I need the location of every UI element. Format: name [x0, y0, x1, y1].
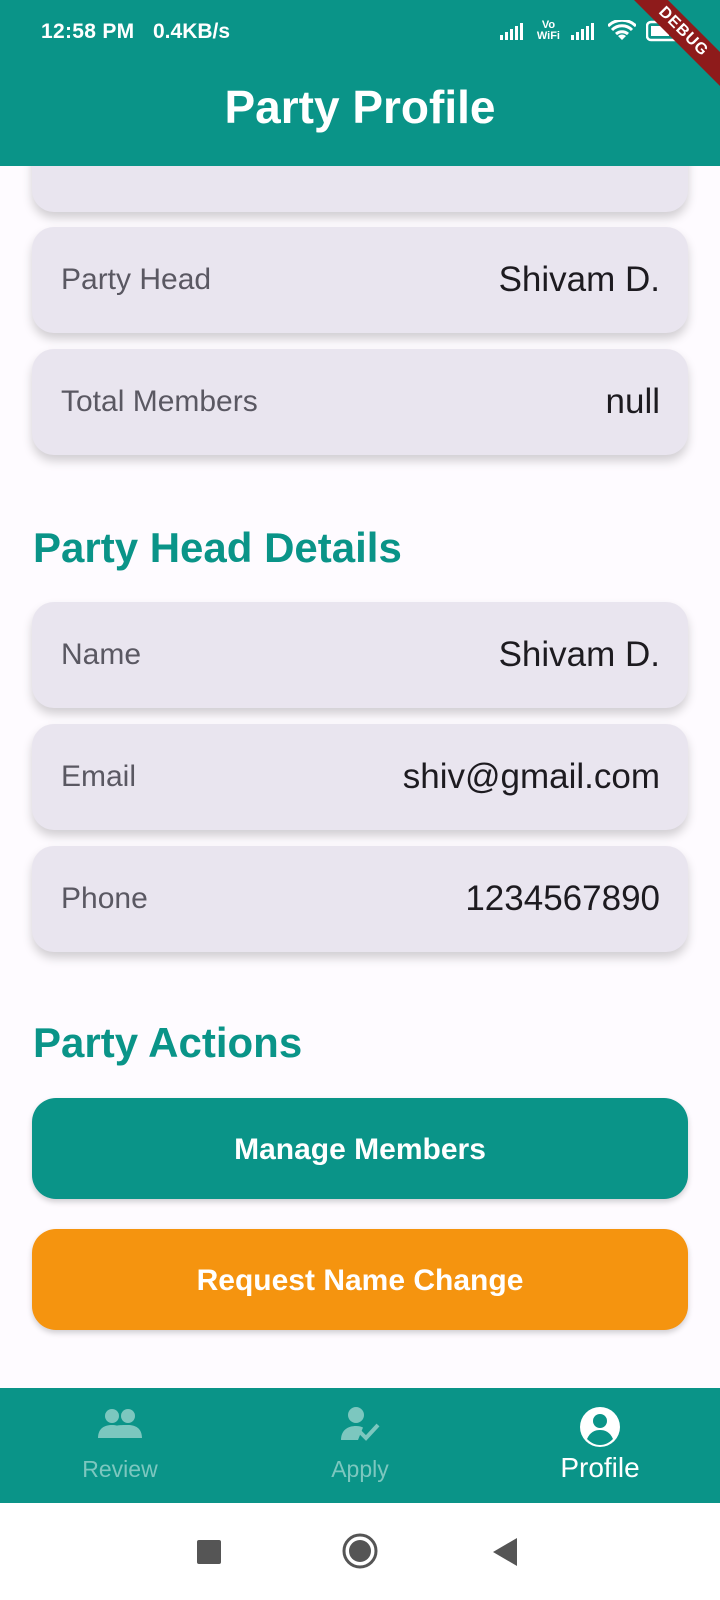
nav-label: Review — [82, 1456, 158, 1482]
info-label: Name — [61, 638, 142, 671]
vowifi-icon: Vo WiFi — [536, 19, 560, 42]
app-bar: 12:58 PM 0.4KB/s Vo WiFi DEBUG Party Pro… — [0, 0, 720, 166]
section-title-party-head-details: Party Head Details — [33, 524, 402, 571]
info-value: 1234567890 — [465, 879, 660, 918]
info-value: Shivam D. — [498, 635, 660, 674]
nav-item-apply[interactable]: Apply — [240, 1388, 480, 1503]
info-card-email: Email shiv@gmail.com — [32, 724, 688, 830]
info-card-phone: Phone 1234567890 — [32, 846, 688, 952]
phone-screen: 12:58 PM 0.4KB/s Vo WiFi DEBUG Party Pro… — [0, 0, 720, 1600]
nav-label: Profile — [560, 1452, 640, 1483]
info-label: Phone — [61, 882, 148, 915]
group-icon — [97, 1406, 143, 1445]
nav-item-review[interactable]: Review — [0, 1388, 240, 1503]
signal-icon-secondary — [570, 21, 598, 41]
manage-members-button[interactable]: Manage Members — [32, 1098, 688, 1199]
info-label: Total Members — [61, 385, 258, 418]
person-check-icon — [340, 1406, 380, 1447]
status-time: 12:58 PM — [41, 20, 135, 43]
nav-item-profile[interactable]: Profile — [480, 1388, 720, 1503]
recents-icon[interactable] — [197, 1540, 221, 1569]
system-navigation-bar — [0, 1503, 720, 1600]
profile-content[interactable]: Party Head Shivam D. Total Members null … — [0, 166, 720, 1388]
home-icon[interactable] — [341, 1532, 379, 1575]
info-label: Email — [61, 760, 137, 793]
info-value: Shivam D. — [498, 260, 660, 299]
nav-label: Apply — [331, 1456, 389, 1482]
info-card-partial — [32, 166, 688, 212]
info-value: null — [605, 382, 660, 421]
section-title-party-actions: Party Actions — [33, 1019, 303, 1066]
info-card-party-head: Party Head Shivam D. — [32, 227, 688, 333]
wifi-icon — [608, 20, 636, 42]
signal-icon — [499, 21, 527, 41]
status-network-speed: 0.4KB/s — [153, 20, 231, 43]
back-icon[interactable] — [493, 1538, 517, 1571]
request-name-change-button[interactable]: Request Name Change — [32, 1229, 688, 1330]
status-bar: 12:58 PM 0.4KB/s Vo WiFi — [0, 0, 720, 70]
info-label: Party Head — [61, 263, 212, 296]
bottom-navigation: Review Apply Profile — [0, 1388, 720, 1503]
info-value: shiv@gmail.com — [402, 757, 660, 796]
page-title: Party Profile — [224, 81, 496, 133]
info-card-total-members: Total Members null — [32, 349, 688, 455]
info-card-name: Name Shivam D. — [32, 602, 688, 708]
account-circle-icon — [579, 1406, 621, 1453]
